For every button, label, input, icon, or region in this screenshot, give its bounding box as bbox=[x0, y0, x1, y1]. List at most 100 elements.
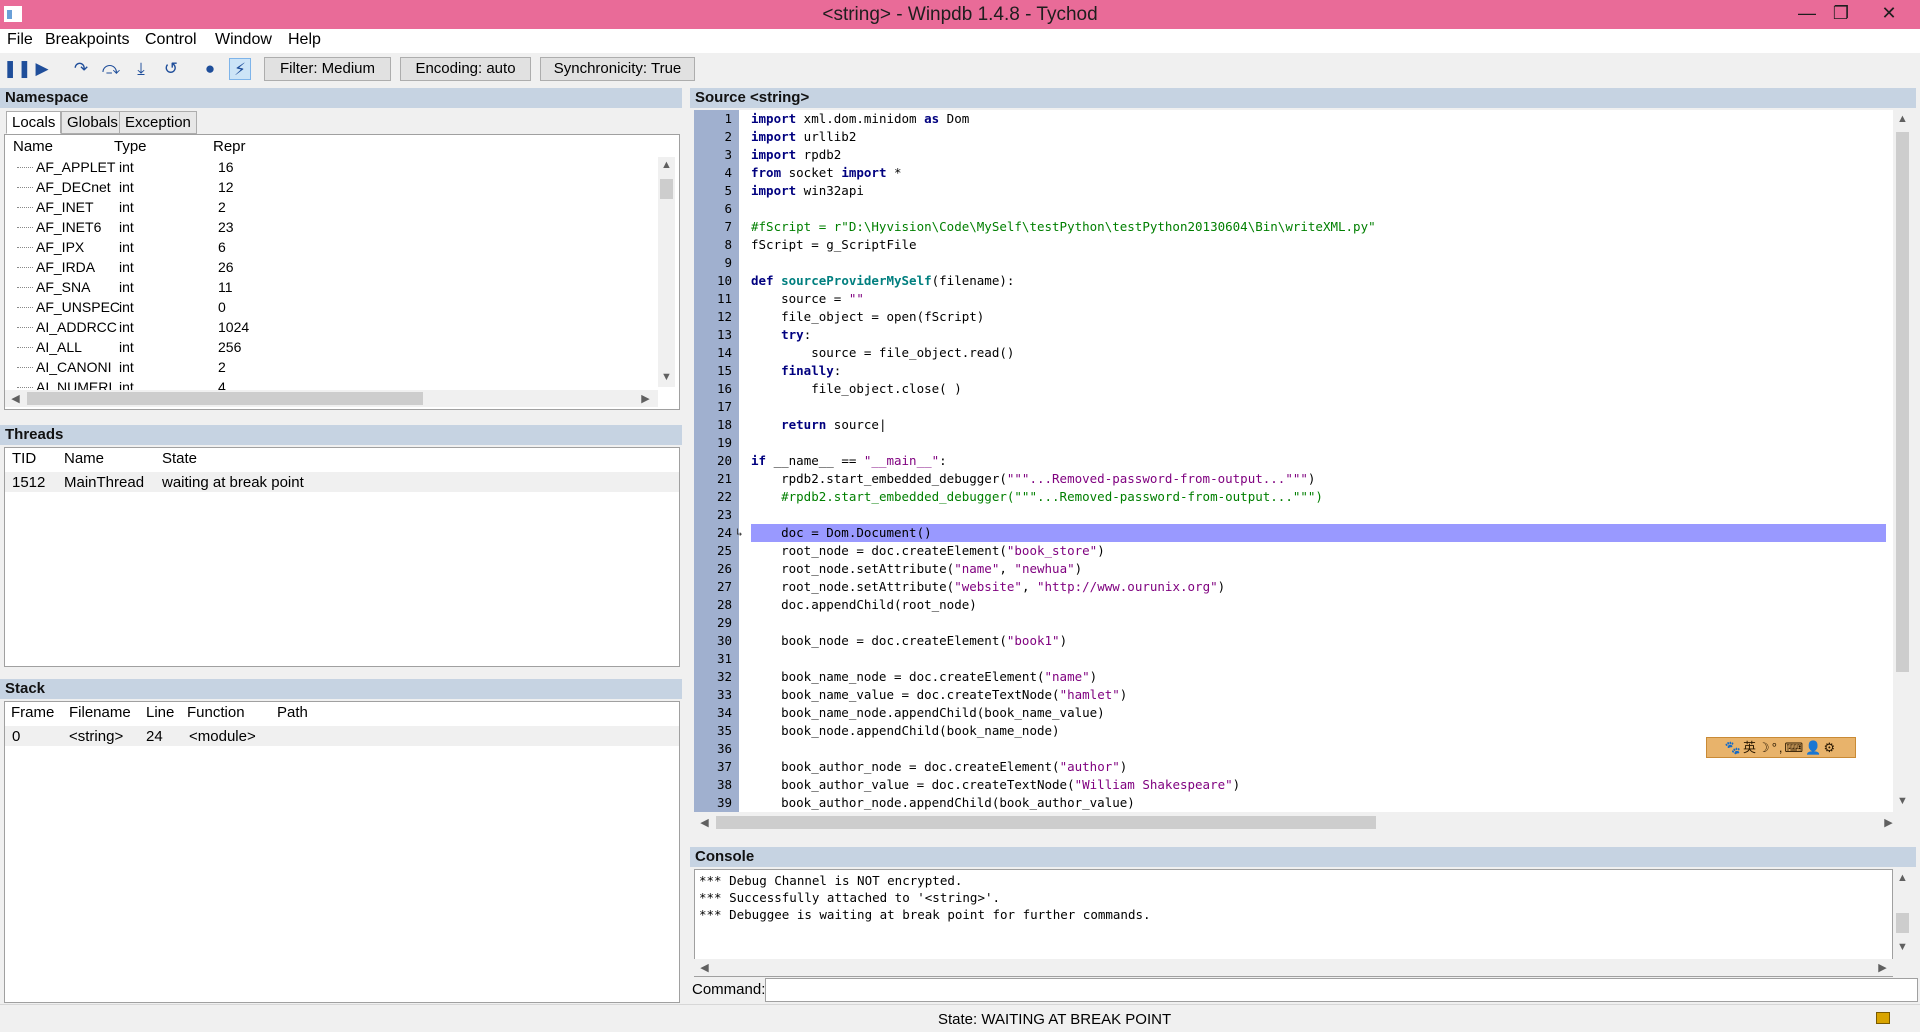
code-line[interactable]: 7 #fScript = r"D:\Hyvision\Code\MySelf\te… bbox=[694, 218, 1893, 236]
line-number[interactable]: 8 bbox=[694, 236, 732, 254]
code-line[interactable]: 18 return source| bbox=[694, 416, 1893, 434]
scroll-thumb[interactable] bbox=[1896, 913, 1909, 933]
col-frame[interactable]: Frame bbox=[11, 704, 54, 721]
code-line[interactable]: 5 import win32api bbox=[694, 182, 1893, 200]
line-number[interactable]: 30 bbox=[694, 632, 732, 650]
code-line[interactable]: 6 bbox=[694, 200, 1893, 218]
namespace-vscroll[interactable]: ▲ ▼ bbox=[658, 157, 675, 387]
col-state[interactable]: State bbox=[162, 450, 197, 467]
code-line[interactable]: 16 file_object.close( ) bbox=[694, 380, 1893, 398]
code-line[interactable]: 1 import xml.dom.minidom as Dom bbox=[694, 110, 1893, 128]
code-line[interactable]: 39 book_author_node.appendChild(book_aut… bbox=[694, 794, 1893, 812]
console-vscroll[interactable]: ▲ ▼ bbox=[1894, 869, 1911, 959]
scroll-left-icon[interactable]: ◀ bbox=[696, 816, 713, 829]
col-type[interactable]: Type bbox=[114, 138, 147, 155]
list-item[interactable]: AF_UNSPEC int 0 bbox=[5, 297, 677, 317]
line-number[interactable]: 14 bbox=[694, 344, 732, 362]
go-icon[interactable]: ▶ bbox=[31, 58, 53, 80]
maximize-button[interactable]: ❐ bbox=[1822, 0, 1860, 29]
minimize-button[interactable]: — bbox=[1788, 0, 1826, 29]
col-name[interactable]: Name bbox=[13, 138, 53, 155]
line-number[interactable]: 4 bbox=[694, 164, 732, 182]
code-line[interactable]: 21 rpdb2.start_embedded_debugger("""...R… bbox=[694, 470, 1893, 488]
code-line[interactable]: 27 root_node.setAttribute("website", "ht… bbox=[694, 578, 1893, 596]
menu-file[interactable]: File bbox=[7, 31, 33, 49]
line-number[interactable]: 5 bbox=[694, 182, 732, 200]
code-line[interactable]: 38 book_author_value = doc.createTextNod… bbox=[694, 776, 1893, 794]
col-repr[interactable]: Repr bbox=[213, 138, 246, 155]
line-number[interactable]: 17 bbox=[694, 398, 732, 416]
line-number[interactable]: 12 bbox=[694, 308, 732, 326]
line-number[interactable]: 20 bbox=[694, 452, 732, 470]
step-over-icon[interactable]: ↷ bbox=[70, 58, 92, 80]
line-number[interactable]: 21 bbox=[694, 470, 732, 488]
code-line[interactable]: 31 bbox=[694, 650, 1893, 668]
console-hscroll[interactable]: ◀ ▶ bbox=[694, 959, 1893, 976]
scroll-right-icon[interactable]: ▶ bbox=[1880, 816, 1897, 829]
scroll-thumb[interactable] bbox=[1896, 132, 1909, 672]
source-hscroll[interactable]: ◀ ▶ bbox=[694, 814, 1911, 831]
list-item[interactable]: AF_INET6 int 23 bbox=[5, 217, 677, 237]
scroll-down-icon[interactable]: ▼ bbox=[1894, 941, 1911, 953]
col-path[interactable]: Path bbox=[277, 704, 308, 721]
ime-toolbar[interactable]: 🐾英☽°,⌨👤⚙ bbox=[1706, 737, 1856, 758]
code-line[interactable]: 15 finally: bbox=[694, 362, 1893, 380]
list-item[interactable]: AI_ADDRCC int 1024 bbox=[5, 317, 677, 337]
scroll-left-icon[interactable]: ◀ bbox=[7, 392, 24, 405]
encryption-icon[interactable]: ● bbox=[199, 58, 221, 80]
line-number[interactable]: 19 bbox=[694, 434, 732, 452]
code-line[interactable]: 12 file_object = open(fScript) bbox=[694, 308, 1893, 326]
line-number[interactable]: 26 bbox=[694, 560, 732, 578]
menu-help[interactable]: Help bbox=[288, 31, 321, 49]
code-line[interactable]: 11 source = "" bbox=[694, 290, 1893, 308]
threads-list[interactable]: TID Name State 1512 MainThread waiting a… bbox=[4, 447, 680, 667]
line-number[interactable]: 36 bbox=[694, 740, 732, 758]
scroll-left-icon[interactable]: ◀ bbox=[696, 961, 713, 974]
step-return-icon[interactable]: ⤓ bbox=[130, 58, 152, 80]
scroll-down-icon[interactable]: ▼ bbox=[658, 371, 675, 383]
code-line[interactable]: 4 from socket import * bbox=[694, 164, 1893, 182]
source-editor[interactable]: 1 import xml.dom.minidom as Dom 2 import ur… bbox=[694, 110, 1893, 812]
code-line[interactable]: 28 doc.appendChild(root_node) bbox=[694, 596, 1893, 614]
line-number[interactable]: 2 bbox=[694, 128, 732, 146]
code-line[interactable]: 22 #rpdb2.start_embedded_debugger("""...… bbox=[694, 488, 1893, 506]
namespace-hscroll[interactable]: ◀ ▶ bbox=[5, 390, 658, 407]
line-number[interactable]: 15 bbox=[694, 362, 732, 380]
line-number[interactable]: 28 bbox=[694, 596, 732, 614]
line-number[interactable]: 9 bbox=[694, 254, 732, 272]
source-vscroll[interactable]: ▲ ▼ bbox=[1894, 110, 1911, 812]
scroll-up-icon[interactable]: ▲ bbox=[1894, 113, 1911, 125]
scroll-thumb[interactable] bbox=[27, 392, 423, 405]
line-number[interactable]: 11 bbox=[694, 290, 732, 308]
code-line[interactable]: 24 ↳ doc = Dom.Document() bbox=[694, 524, 1893, 542]
list-item[interactable]: AI_CANONI int 2 bbox=[5, 357, 677, 377]
line-number[interactable]: 24 bbox=[694, 524, 732, 542]
close-button[interactable]: ✕ bbox=[1863, 0, 1915, 29]
jump-icon[interactable]: ↺ bbox=[160, 58, 182, 80]
line-number[interactable]: 23 bbox=[694, 506, 732, 524]
list-item[interactable]: AF_IRDA int 26 bbox=[5, 257, 677, 277]
line-number[interactable]: 25 bbox=[694, 542, 732, 560]
code-line[interactable]: 10 def sourceProviderMySelf(filename): bbox=[694, 272, 1893, 290]
scroll-right-icon[interactable]: ▶ bbox=[1874, 961, 1891, 974]
list-item[interactable]: AF_DECnet int 12 bbox=[5, 177, 677, 197]
pause-icon[interactable]: ❚❚ bbox=[3, 58, 32, 80]
step-into-icon[interactable]: ⤼ bbox=[100, 58, 122, 80]
menu-control[interactable]: Control bbox=[145, 31, 197, 49]
line-number[interactable]: 37 bbox=[694, 758, 732, 776]
code-line[interactable]: 23 bbox=[694, 506, 1893, 524]
list-item[interactable]: AF_INET int 2 bbox=[5, 197, 677, 217]
list-item[interactable]: AF_APPLET int 16 bbox=[5, 157, 677, 177]
code-line[interactable]: 30 book_node = doc.createElement("book1"… bbox=[694, 632, 1893, 650]
tab-exception[interactable]: Exception bbox=[119, 111, 197, 134]
col-line[interactable]: Line bbox=[146, 704, 174, 721]
list-item[interactable]: AF_IPX int 6 bbox=[5, 237, 677, 257]
line-number[interactable]: 6 bbox=[694, 200, 732, 218]
line-number[interactable]: 18 bbox=[694, 416, 732, 434]
line-number[interactable]: 22 bbox=[694, 488, 732, 506]
code-line[interactable]: 8 fScript = g_ScriptFile bbox=[694, 236, 1893, 254]
code-line[interactable]: 25 root_node = doc.createElement("book_s… bbox=[694, 542, 1893, 560]
code-line[interactable]: 3 import rpdb2 bbox=[694, 146, 1893, 164]
filter-button[interactable]: Filter: Medium bbox=[264, 57, 391, 81]
stack-list[interactable]: Frame Filename Line Function Path 0 <str… bbox=[4, 701, 680, 1003]
